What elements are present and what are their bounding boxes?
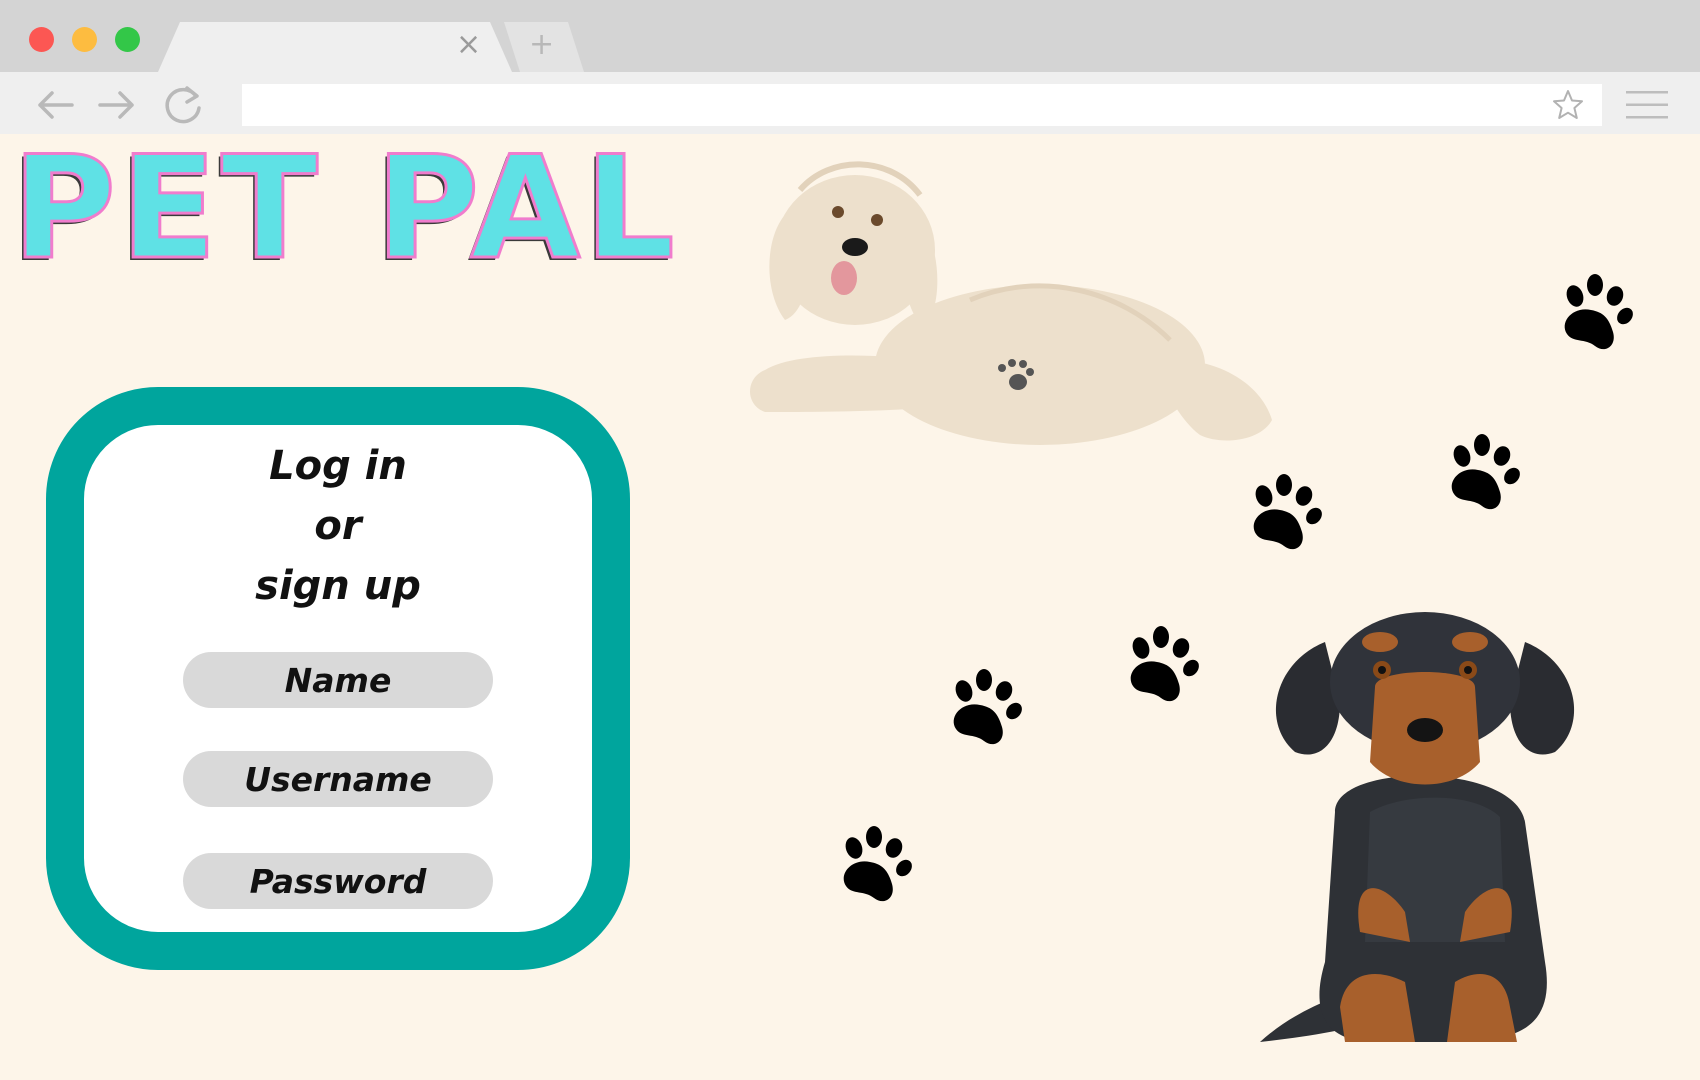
sitting-dachshund-illustration xyxy=(1260,612,1575,1042)
minimize-window-button[interactable] xyxy=(72,27,97,52)
forward-arrow-icon[interactable] xyxy=(94,82,140,128)
maximize-window-button[interactable] xyxy=(115,27,140,52)
paw-print-icon xyxy=(843,826,912,902)
heading-line-or: or xyxy=(314,503,362,549)
pet-pal-logo: PET PAL xyxy=(11,126,679,291)
login-heading: Log in or sign up xyxy=(46,436,630,616)
name-input[interactable] xyxy=(183,652,493,708)
bookmark-star-icon[interactable] xyxy=(1551,88,1585,122)
reload-icon[interactable] xyxy=(160,82,206,128)
paw-print-icon xyxy=(1253,474,1322,550)
password-input[interactable] xyxy=(183,853,493,909)
tab-close-icon[interactable]: × xyxy=(456,30,481,60)
plus-icon[interactable]: + xyxy=(529,30,554,60)
paw-print-icon xyxy=(953,669,1022,745)
paw-print-icon xyxy=(1130,626,1199,702)
address-bar[interactable] xyxy=(242,84,1602,126)
paw-print-icon xyxy=(1451,434,1520,510)
close-window-button[interactable] xyxy=(29,27,54,52)
heading-line-login: Log in xyxy=(269,443,407,489)
paw-print-icon xyxy=(1564,274,1633,350)
back-arrow-icon[interactable] xyxy=(32,82,78,128)
username-input[interactable] xyxy=(183,751,493,807)
heading-line-signup: sign up xyxy=(255,563,421,609)
hamburger-menu-icon[interactable] xyxy=(1626,90,1668,120)
lying-cream-dog-illustration xyxy=(750,161,1272,445)
